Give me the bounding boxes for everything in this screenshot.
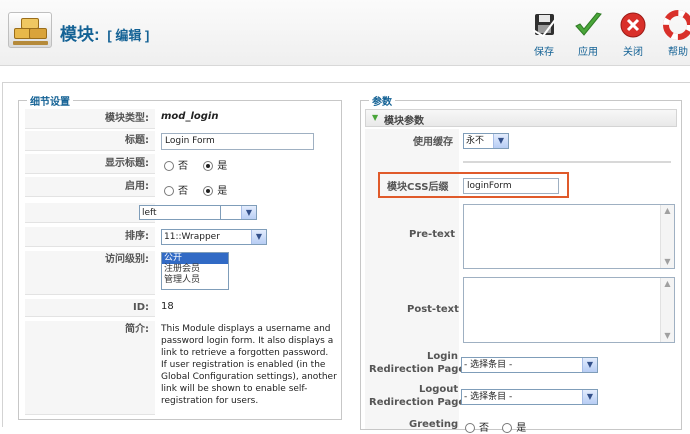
greeting-no-label: 否 — [479, 423, 489, 434]
cache-value: 永不 — [466, 136, 485, 146]
enabled-no-radio[interactable] — [164, 186, 174, 196]
logout-redirect-value: - 选择条目 - — [464, 392, 513, 402]
page-title-text: 模块: — [60, 25, 100, 44]
enabled-yes-label: 是 — [217, 186, 228, 197]
order-value: 11::Wrapper — [164, 232, 220, 242]
help-button-label: 帮助 — [668, 47, 688, 58]
chevron-down-icon: ▼ — [582, 358, 597, 372]
show-title-yes-radio[interactable] — [203, 161, 214, 171]
login-redirect-value: - 选择条目 - — [464, 360, 513, 370]
access-level-listbox[interactable]: 公开 注册会员 管理人员 — [161, 252, 229, 290]
access-level-label: 访问级别: — [25, 251, 155, 295]
save-button[interactable]: 保存 — [524, 10, 564, 58]
scroll-up-icon[interactable]: ▲ — [661, 278, 674, 290]
title-input[interactable]: Login Form — [161, 133, 314, 150]
show-title-no-label: 否 — [178, 161, 188, 172]
pretext-label: Pre-text — [409, 229, 455, 240]
page-subtitle: [ 编辑 ] — [107, 28, 150, 43]
expand-arrow-icon: ▼ — [372, 113, 379, 122]
show-title-no-radio[interactable] — [164, 161, 174, 171]
apply-icon — [575, 12, 602, 36]
id-value: 18 — [161, 301, 174, 312]
posttext-label: Post-text — [407, 304, 459, 315]
scroll-down-icon[interactable]: ▼ — [661, 330, 674, 342]
params-fieldset: 参数 ▼ 模块参数 使用缓存 永不 ▼ 模块CSS后缀 loginForm Pr… — [360, 93, 682, 434]
module-icon — [8, 12, 52, 48]
enabled-label: 启用: — [25, 177, 155, 197]
pretext-scrollbar[interactable]: ▲ ▼ — [660, 205, 674, 268]
pretext-textarea[interactable]: ▲ ▼ — [463, 204, 675, 269]
show-title-yes-label: 是 — [217, 161, 228, 172]
logout-redirect-label-line2: Redirection Page — [369, 397, 466, 408]
save-icon — [532, 14, 556, 38]
module-type-value: mod_login — [161, 111, 219, 122]
details-fieldset: 细节设置 模块类型: mod_login 标题: Login Form 显示标题… — [18, 93, 342, 420]
page-header: 模块: [ 编辑 ] 保存 应用 关闭 帮助 — [0, 0, 690, 66]
close-button[interactable]: 关闭 — [613, 10, 653, 58]
access-option[interactable]: 公开 — [162, 253, 228, 264]
chevron-down-icon: ▼ — [493, 134, 508, 148]
logout-redirect-select[interactable]: - 选择条目 - ▼ — [461, 389, 598, 405]
css-suffix-label: 模块CSS后缀 — [387, 182, 449, 193]
greeting-label: Greeting — [409, 419, 459, 430]
divider — [463, 161, 671, 163]
greeting-yes-label: 是 — [516, 423, 527, 434]
scroll-up-icon[interactable]: ▲ — [661, 205, 674, 217]
greeting-yes-radio[interactable] — [502, 423, 513, 433]
position-value: left — [142, 208, 157, 218]
apply-button[interactable]: 应用 — [568, 10, 608, 58]
cache-select[interactable]: 永不 ▼ — [463, 133, 509, 149]
enabled-yes-radio[interactable] — [203, 186, 214, 196]
logout-redirect-label: Logout — [419, 384, 459, 395]
position-label: 位 — [25, 203, 155, 223]
order-select[interactable]: 11::Wrapper ▼ — [161, 229, 267, 245]
scroll-down-icon[interactable]: ▼ — [661, 256, 674, 268]
save-button-label: 保存 — [534, 47, 554, 58]
module-type-label: 模块类型: — [25, 109, 155, 129]
help-icon — [663, 10, 690, 40]
access-option[interactable]: 管理人员 — [162, 275, 228, 286]
params-legend: 参数 — [369, 93, 395, 108]
access-option[interactable]: 注册会员 — [162, 264, 228, 275]
close-button-label: 关闭 — [623, 47, 643, 58]
title-label: 标题: — [25, 131, 155, 151]
login-redirect-label: Login — [427, 351, 458, 362]
module-params-panel-header[interactable]: ▼ 模块参数 — [365, 109, 677, 127]
description-text: This Module displays a username and pass… — [161, 324, 337, 406]
show-title-radios: 否 是 — [164, 157, 227, 172]
help-button[interactable]: 帮助 — [658, 10, 690, 58]
cache-label: 使用缓存 — [413, 137, 453, 148]
apply-button-label: 应用 — [578, 47, 598, 58]
greeting-no-radio[interactable] — [465, 423, 475, 433]
id-label: ID: — [25, 299, 155, 317]
greeting-radios: 否 是 — [465, 419, 526, 434]
login-redirect-select[interactable]: - 选择条目 - ▼ — [461, 357, 598, 373]
position-select[interactable]: left ▼ — [139, 205, 257, 220]
chevron-down-icon: ▼ — [241, 206, 256, 219]
close-icon — [620, 12, 646, 38]
login-redirect-label-line2: Redirection Page — [369, 364, 466, 375]
enabled-radios: 否 是 — [164, 182, 227, 197]
module-params-title: 模块参数 — [384, 116, 424, 127]
posttext-textarea[interactable]: ▲ ▼ — [463, 277, 675, 343]
show-title-label: 显示标题: — [25, 154, 155, 174]
order-label: 排序: — [25, 227, 155, 247]
chevron-down-icon: ▼ — [251, 230, 266, 244]
css-suffix-input[interactable]: loginForm — [463, 178, 559, 194]
details-legend: 细节设置 — [27, 93, 73, 108]
description-label: 简介: — [25, 321, 155, 415]
posttext-scrollbar[interactable]: ▲ ▼ — [660, 278, 674, 342]
chevron-down-icon: ▼ — [582, 390, 597, 404]
page-title: 模块: [ 编辑 ] — [60, 20, 149, 45]
enabled-no-label: 否 — [178, 186, 188, 197]
